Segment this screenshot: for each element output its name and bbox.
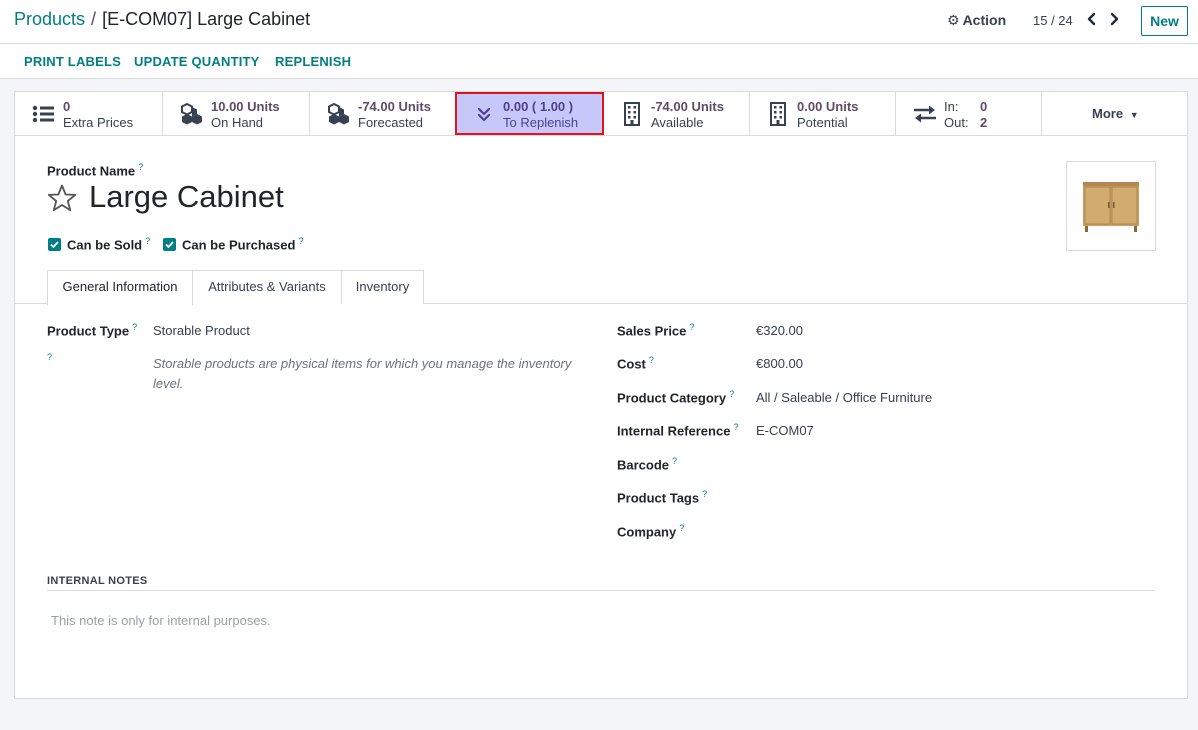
new-record-button[interactable]: New xyxy=(1141,6,1188,36)
print-labels-button[interactable]: PRINT LABELS xyxy=(24,54,121,69)
star-favorite-icon[interactable] xyxy=(46,183,78,215)
can-be-purchased-label: Can be Purchased? xyxy=(182,236,304,253)
gear-icon: ⚙ xyxy=(947,12,960,28)
out-label: Out: xyxy=(944,115,969,130)
cost-field[interactable]: €800.00 xyxy=(756,356,803,371)
help-icon[interactable]: ? xyxy=(298,236,303,246)
more-button[interactable]: More ▼ xyxy=(1092,106,1139,121)
on-hand-value: 10.00 Units xyxy=(211,99,280,114)
form-statusbar: PRINT LABELS UPDATE QUANTITY REPLENISH xyxy=(0,44,1198,79)
checkmark-icon xyxy=(50,241,59,249)
help-icon[interactable]: ? xyxy=(649,355,654,365)
extra-prices-button[interactable]: 0 Extra Prices xyxy=(15,92,163,135)
can-be-sold-checkbox[interactable] xyxy=(48,238,61,251)
available-button[interactable]: -74.00 Units Available xyxy=(603,92,750,135)
building-icon xyxy=(624,102,640,126)
notebook-tabs: General Information Attributes & Variant… xyxy=(15,270,1187,305)
help-icon[interactable]: ? xyxy=(138,162,143,172)
product-image[interactable] xyxy=(1066,161,1156,251)
divider xyxy=(47,590,1155,591)
cabinet-image xyxy=(1083,182,1139,232)
to-replenish-value: 0.00 ( 1.00 ) xyxy=(503,99,574,114)
help-icon[interactable]: ? xyxy=(689,322,694,332)
potential-label: Potential xyxy=(797,115,848,130)
help-icon[interactable]: ? xyxy=(729,389,734,399)
tab-attributes-variants[interactable]: Attributes & Variants xyxy=(192,270,342,304)
breadcrumb-products-link[interactable]: Products xyxy=(14,9,85,29)
breadcrumb-separator: / xyxy=(91,9,97,29)
double-chevron-down-icon xyxy=(477,107,491,122)
to-replenish-label: To Replenish xyxy=(503,115,579,130)
cubes-icon xyxy=(181,102,202,125)
chevron-right-icon xyxy=(1110,12,1119,26)
internal-notes-title: INTERNAL NOTES xyxy=(47,575,148,587)
building-icon xyxy=(770,102,786,126)
extra-prices-label: Extra Prices xyxy=(63,115,134,130)
exchange-icon xyxy=(914,105,936,123)
checkmark-icon xyxy=(165,241,174,249)
barcode-label: Barcode? xyxy=(617,456,678,473)
smart-button-box: 0 Extra Prices 10.00 Units On Hand -74.0… xyxy=(15,92,1187,136)
forecasted-button[interactable]: -74.00 Units Forecasted xyxy=(310,92,456,135)
out-value: 2 xyxy=(980,115,988,130)
available-label: Available xyxy=(651,115,704,130)
can-be-sold-label: Can be Sold? xyxy=(67,236,151,253)
pager-previous-button[interactable] xyxy=(1083,8,1101,30)
help-icon[interactable]: ? xyxy=(672,456,677,466)
can-be-purchased-checkbox[interactable] xyxy=(163,238,176,251)
product-type-select[interactable]: Storable Product xyxy=(153,323,250,338)
action-label: Action xyxy=(962,12,1007,28)
help-icon[interactable]: ? xyxy=(145,236,150,246)
help-icon[interactable]: ? xyxy=(132,322,137,332)
pager-next-button[interactable] xyxy=(1105,8,1123,30)
product-name-label: Product Name? xyxy=(47,162,144,179)
internal-reference-label: Internal Reference? xyxy=(617,422,739,439)
help-icon[interactable]: ? xyxy=(679,523,684,533)
in-label: In: xyxy=(944,99,959,114)
form-sheet: 0 Extra Prices 10.00 Units On Hand -74.0… xyxy=(14,91,1188,699)
product-name-field[interactable]: Large Cabinet xyxy=(89,179,284,215)
tab-inventory[interactable]: Inventory xyxy=(341,270,424,304)
help-icon[interactable]: ? xyxy=(733,422,738,432)
pager-value[interactable]: 15 / 24 xyxy=(1033,13,1073,28)
available-value: -74.00 Units xyxy=(651,99,724,114)
chevron-left-icon xyxy=(1087,12,1096,26)
help-icon[interactable]: ? xyxy=(47,352,52,362)
potential-button[interactable]: 0.00 Units Potential xyxy=(749,92,896,135)
in-out-button[interactable]: In: 0 Out: 2 xyxy=(896,92,1042,135)
sales-price-label: Sales Price? xyxy=(617,322,695,339)
breadcrumb-current: [E-COM07] Large Cabinet xyxy=(102,9,311,29)
extra-prices-value: 0 xyxy=(63,99,71,114)
product-type-description: Storable products are physical items for… xyxy=(153,356,572,391)
action-menu-button[interactable]: ⚙ Action xyxy=(947,12,1006,29)
cost-label: Cost? xyxy=(617,355,654,372)
product-tags-label: Product Tags? xyxy=(617,489,708,506)
on-hand-label: On Hand xyxy=(211,115,264,130)
forecasted-label: Forecasted xyxy=(358,115,424,130)
forecasted-value: -74.00 Units xyxy=(358,99,431,114)
control-panel: Products / [E-COM07] Large Cabinet ⚙ Action… xyxy=(0,0,1198,44)
more-label: More xyxy=(1092,106,1124,121)
cubes-icon xyxy=(328,102,349,125)
internal-reference-field[interactable]: E-COM07 xyxy=(756,423,814,438)
list-icon xyxy=(32,105,54,123)
tab-general-information[interactable]: General Information xyxy=(47,270,193,305)
breadcrumb: Products / [E-COM07] Large Cabinet xyxy=(14,9,310,30)
in-value: 0 xyxy=(980,99,988,114)
internal-notes-field[interactable]: This note is only for internal purposes. xyxy=(51,613,271,628)
company-label: Company? xyxy=(617,523,685,540)
product-category-field[interactable]: All / Saleable / Office Furniture xyxy=(756,390,932,405)
product-type-label: Product Type? xyxy=(47,322,138,339)
update-quantity-button[interactable]: UPDATE QUANTITY xyxy=(134,54,260,69)
replenish-button[interactable]: REPLENISH xyxy=(275,54,351,69)
product-category-label: Product Category? xyxy=(617,389,735,406)
on-hand-button[interactable]: 10.00 Units On Hand xyxy=(163,92,310,135)
potential-value: 0.00 Units xyxy=(797,99,859,114)
caret-down-icon: ▼ xyxy=(1129,110,1139,120)
sales-price-field[interactable]: €320.00 xyxy=(756,323,803,338)
to-replenish-button[interactable]: 0.00 ( 1.00 ) To Replenish xyxy=(455,92,604,135)
help-icon[interactable]: ? xyxy=(702,489,707,499)
